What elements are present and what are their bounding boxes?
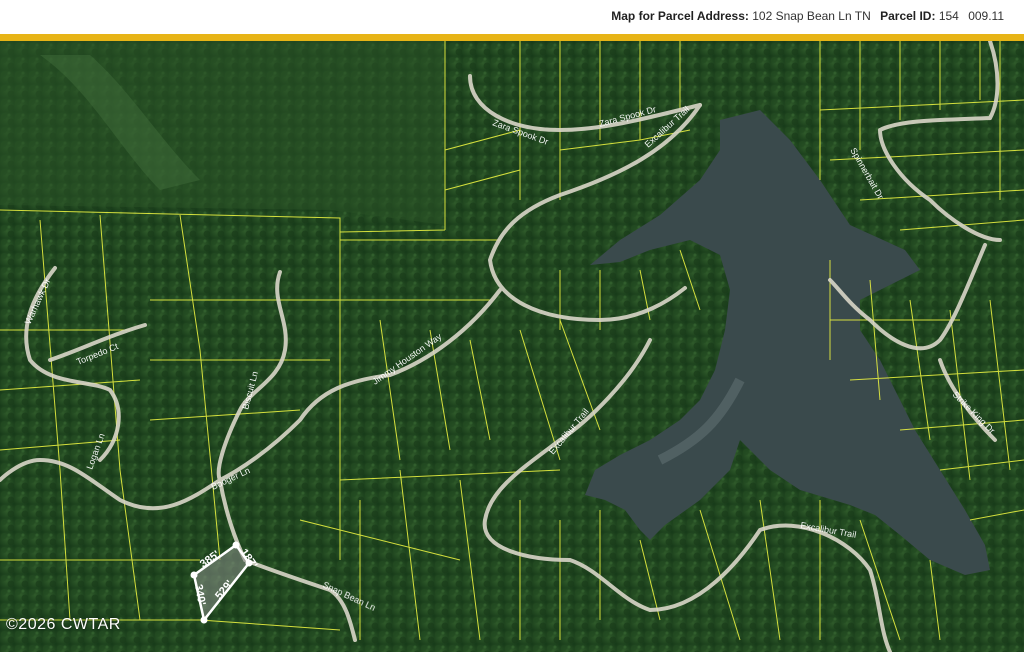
parcel-id-label: Parcel ID: bbox=[880, 9, 936, 23]
parcel-map[interactable]: Warhawk Dr Torpedo Ct Biscuit Ln Booger … bbox=[0, 41, 1024, 652]
parcel-id-a: 154 bbox=[938, 9, 959, 23]
copyright-watermark: ©2026 CWTAR bbox=[6, 616, 121, 633]
header-accent-bar bbox=[0, 34, 1024, 41]
parcel-id-b: 009.11 bbox=[968, 9, 1004, 23]
map-header: Map for Parcel Address: 102 Snap Bean Ln… bbox=[0, 0, 1024, 34]
map-canvas[interactable]: Warhawk Dr Torpedo Ct Biscuit Ln Booger … bbox=[0, 41, 1024, 652]
address-label: Map for Parcel Address: bbox=[611, 9, 749, 23]
address-value: 102 Snap Bean Ln TN bbox=[752, 9, 871, 23]
parcel-info: Map for Parcel Address: 102 Snap Bean Ln… bbox=[611, 9, 1004, 23]
